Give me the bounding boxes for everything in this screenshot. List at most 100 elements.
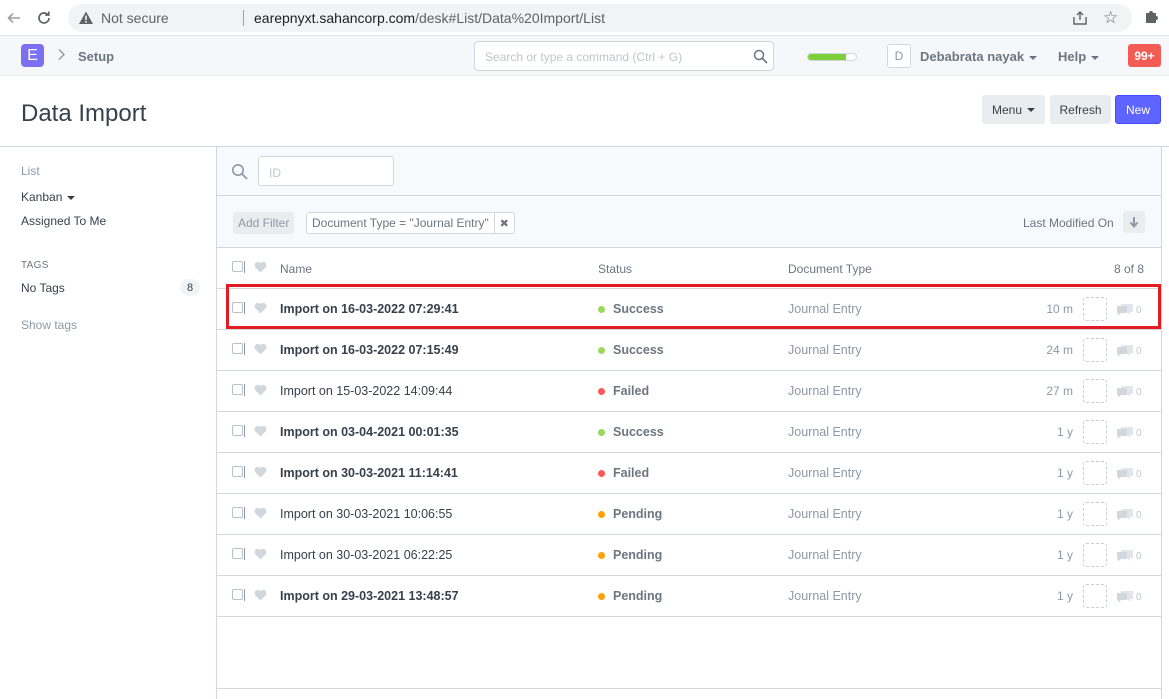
assign-avatar-placeholder[interactable] xyxy=(1083,502,1107,526)
breadcrumb-setup[interactable]: Setup xyxy=(78,49,114,64)
document-type-value[interactable]: Journal Entry xyxy=(788,302,862,316)
heart-icon[interactable] xyxy=(254,548,267,560)
table-row[interactable]: Import on 16-03-2022 07:29:41 Success Jour… xyxy=(217,289,1161,330)
row-title-link[interactable]: Import on 30-03-2021 11:14:41 xyxy=(280,466,458,480)
id-placeholder: ID xyxy=(269,166,281,180)
document-type-value[interactable]: Journal Entry xyxy=(788,384,862,398)
no-tags-count-badge: 8 xyxy=(180,279,200,296)
status-label[interactable]: Failed xyxy=(613,384,649,398)
bookmark-star-icon[interactable]: ☆ xyxy=(1103,8,1118,28)
setup-progress-bar[interactable] xyxy=(807,53,857,61)
filter-tag-document-type[interactable]: Document Type = "Journal Entry" ✖ xyxy=(306,212,515,234)
status-label[interactable]: Success xyxy=(613,425,664,439)
caret-down-icon xyxy=(1091,55,1100,60)
show-tags-link[interactable]: Show tags xyxy=(21,318,77,332)
table-row[interactable]: Import on 29-03-2021 13:48:57 Pending Jour… xyxy=(217,576,1161,617)
notifications-badge[interactable]: 99+ xyxy=(1128,44,1161,67)
row-checkbox[interactable] xyxy=(232,589,243,600)
list-bottom-border xyxy=(217,688,1161,689)
back-arrow-icon[interactable] xyxy=(4,8,24,28)
awesome-bar-search[interactable]: Search or type a command (Ctrl + G) xyxy=(474,41,774,71)
select-all-checkbox[interactable] xyxy=(232,261,243,272)
table-row[interactable]: Import on 16-03-2022 07:15:49 Success Jour… xyxy=(217,330,1161,371)
share-icon[interactable] xyxy=(1072,10,1088,31)
app-logo[interactable]: E xyxy=(21,44,44,67)
status-label[interactable]: Failed xyxy=(613,466,649,480)
status-label[interactable]: Success xyxy=(613,343,664,357)
assign-avatar-placeholder[interactable] xyxy=(1083,584,1107,608)
heart-icon[interactable] xyxy=(254,261,267,273)
row-title-link[interactable]: Import on 29-03-2021 13:48:57 xyxy=(280,589,459,603)
sidebar-item-assigned-to-me[interactable]: Assigned To Me xyxy=(21,214,106,228)
row-checkbox[interactable] xyxy=(232,425,243,436)
status-indicator-dot xyxy=(598,470,605,477)
comment-icon xyxy=(1117,468,1133,480)
column-header-document-type: Document Type xyxy=(788,262,872,276)
row-checkbox[interactable] xyxy=(232,548,243,559)
table-row[interactable]: Import on 15-03-2022 14:09:44 Failed Journ… xyxy=(217,371,1161,412)
sidebar-item-no-tags[interactable]: No Tags xyxy=(21,281,65,295)
row-checkbox[interactable] xyxy=(232,343,243,354)
sidebar-item-kanban[interactable]: Kanban xyxy=(21,190,76,204)
document-type-value[interactable]: Journal Entry xyxy=(788,343,862,357)
reload-icon[interactable] xyxy=(34,8,54,28)
assign-avatar-placeholder[interactable] xyxy=(1083,461,1107,485)
help-label: Help xyxy=(1058,49,1087,64)
status-label[interactable]: Pending xyxy=(613,589,662,603)
heart-icon[interactable] xyxy=(254,384,267,396)
assign-avatar-placeholder[interactable] xyxy=(1083,420,1107,444)
refresh-button[interactable]: Refresh xyxy=(1050,95,1111,124)
assign-avatar-placeholder[interactable] xyxy=(1083,543,1107,567)
id-filter-input[interactable]: ID xyxy=(258,156,394,186)
row-checkbox[interactable] xyxy=(232,384,243,395)
sidebar-item-list[interactable]: List xyxy=(21,164,40,178)
menu-button[interactable]: Menu xyxy=(982,95,1045,124)
status-label[interactable]: Pending xyxy=(613,507,662,521)
search-icon xyxy=(753,49,768,69)
sort-order-button[interactable] xyxy=(1123,211,1145,233)
assign-avatar-placeholder[interactable] xyxy=(1083,379,1107,403)
remove-filter-icon[interactable]: ✖ xyxy=(495,213,514,233)
document-type-value[interactable]: Journal Entry xyxy=(788,589,862,603)
table-row[interactable]: Import on 03-04-2021 00:01:35 Success Jour… xyxy=(217,412,1161,453)
row-checkbox[interactable] xyxy=(232,507,243,518)
extensions-puzzle-icon[interactable] xyxy=(1143,8,1159,29)
row-checkbox[interactable] xyxy=(232,302,243,313)
assign-avatar-placeholder[interactable] xyxy=(1083,297,1107,321)
heart-icon[interactable] xyxy=(254,343,267,355)
heart-icon[interactable] xyxy=(254,466,267,478)
row-checkbox[interactable] xyxy=(232,466,243,477)
assign-avatar-placeholder[interactable] xyxy=(1083,338,1107,362)
row-title-link[interactable]: Import on 16-03-2022 07:15:49 xyxy=(280,343,459,357)
document-type-value[interactable]: Journal Entry xyxy=(788,466,862,480)
comment-count: 0 xyxy=(1136,387,1142,398)
heart-icon[interactable] xyxy=(254,589,267,601)
row-title-link[interactable]: Import on 16-03-2022 07:29:41 xyxy=(280,302,459,316)
omnibox-separator xyxy=(243,10,244,26)
heart-icon[interactable] xyxy=(254,302,267,314)
table-row[interactable]: Import on 30-03-2021 06:22:25 Pending Jour… xyxy=(217,535,1161,576)
sort-by-selector[interactable]: Last Modified On xyxy=(1023,216,1114,230)
filter-tag-label[interactable]: Document Type = "Journal Entry" xyxy=(307,213,495,233)
table-row[interactable]: Import on 30-03-2021 11:14:41 Failed Journ… xyxy=(217,453,1161,494)
heart-icon[interactable] xyxy=(254,425,267,437)
add-filter-button[interactable]: Add Filter xyxy=(233,212,295,234)
heart-icon[interactable] xyxy=(254,507,267,519)
document-type-value[interactable]: Journal Entry xyxy=(788,507,862,521)
status-indicator-dot xyxy=(598,429,605,436)
document-type-value[interactable]: Journal Entry xyxy=(788,548,862,562)
row-title-link[interactable]: Import on 15-03-2022 14:09:44 xyxy=(280,384,452,398)
checkbox-divider xyxy=(244,466,245,478)
status-label[interactable]: Success xyxy=(613,302,664,316)
address-bar[interactable]: Not secure earepnyxt.sahancorp.com/desk#… xyxy=(68,4,1132,32)
help-menu[interactable]: Help xyxy=(1058,49,1100,64)
document-type-value[interactable]: Journal Entry xyxy=(788,425,862,439)
row-title-link[interactable]: Import on 30-03-2021 06:22:25 xyxy=(280,548,452,562)
user-menu[interactable]: Debabrata nayak xyxy=(920,49,1038,64)
avatar[interactable]: D xyxy=(887,44,911,68)
new-button[interactable]: New xyxy=(1115,95,1161,124)
row-title-link[interactable]: Import on 30-03-2021 10:06:55 xyxy=(280,507,452,521)
status-label[interactable]: Pending xyxy=(613,548,662,562)
table-row[interactable]: Import on 30-03-2021 10:06:55 Pending Jour… xyxy=(217,494,1161,535)
row-title-link[interactable]: Import on 03-04-2021 00:01:35 xyxy=(280,425,459,439)
